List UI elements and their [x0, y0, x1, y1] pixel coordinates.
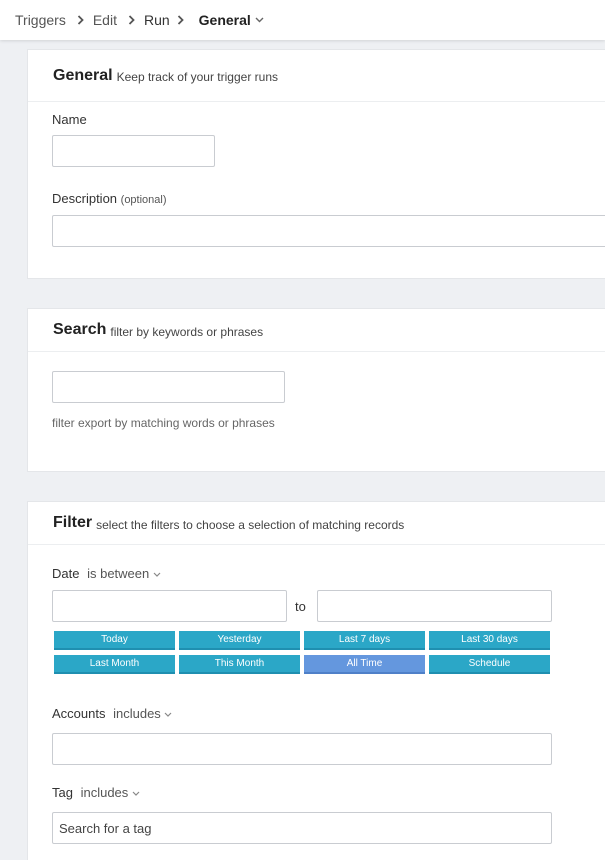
name-label: Name — [52, 112, 87, 127]
accounts-label: Accounts includes — [52, 706, 172, 721]
chevron-right-icon — [128, 15, 135, 25]
description-label-text: Description — [52, 191, 118, 206]
search-subtitle: filter by keywords or phrases — [110, 324, 264, 339]
range-last-month-button[interactable]: Last Month — [54, 655, 175, 674]
breadcrumb-edit[interactable]: Edit — [93, 12, 117, 28]
filter-panel: Filter select the filters to choose a se… — [27, 501, 605, 860]
search-input[interactable] — [52, 371, 285, 403]
accounts-label-text: Accounts — [52, 706, 106, 721]
optional-tag: (optional) — [120, 194, 167, 206]
tag-operator[interactable]: includes — [81, 785, 140, 800]
chevron-right-icon — [177, 15, 184, 25]
search-title: Search — [53, 321, 107, 338]
accounts-operator-text: includes — [113, 706, 161, 721]
range-today-button[interactable]: Today — [54, 631, 175, 650]
chevron-right-icon — [77, 15, 84, 25]
description-label: Description (optional) — [52, 191, 167, 206]
range-this-month-button[interactable]: This Month — [179, 655, 300, 674]
search-help: filter export by matching words or phras… — [52, 416, 275, 430]
filter-header: Filter select the filters to choose a se… — [28, 502, 605, 545]
tag-operator-text: includes — [80, 785, 129, 800]
breadcrumb-triggers[interactable]: Triggers — [15, 12, 66, 28]
filter-subtitle: select the filters to choose a selection… — [96, 517, 405, 532]
tag-label-text: Tag — [52, 785, 73, 800]
filter-title: Filter — [53, 514, 93, 531]
date-operator-text: is between — [87, 566, 150, 581]
general-title: General — [53, 66, 113, 84]
search-header: Search filter by keywords or phrases — [28, 309, 605, 352]
range-all-time-button[interactable]: All Time — [304, 655, 425, 674]
chevron-down-icon — [132, 791, 140, 796]
date-label: Date is between — [52, 566, 161, 581]
accounts-input[interactable] — [52, 733, 552, 765]
accounts-operator[interactable]: includes — [113, 706, 172, 721]
to-label: to — [295, 599, 306, 614]
tag-search-input[interactable]: Search for a tag — [52, 812, 552, 844]
range-schedule-button[interactable]: Schedule — [429, 655, 550, 674]
chevron-down-icon — [153, 572, 161, 577]
range-last30-button[interactable]: Last 30 days — [429, 631, 550, 650]
breadcrumb-general[interactable]: General — [199, 12, 251, 28]
date-operator[interactable]: is between — [87, 566, 161, 581]
tag-label: Tag includes — [52, 785, 140, 800]
date-to-input[interactable] — [317, 590, 552, 622]
breadcrumb-run[interactable]: Run — [144, 12, 170, 28]
description-input[interactable] — [52, 215, 605, 247]
breadcrumb: Triggers Edit Run General — [0, 0, 605, 40]
range-last7-button[interactable]: Last 7 days — [304, 631, 425, 650]
chevron-down-icon — [165, 712, 172, 717]
chevron-down-icon[interactable] — [255, 17, 264, 23]
general-header: General Keep track of your trigger runs — [28, 50, 605, 102]
range-yesterday-button[interactable]: Yesterday — [179, 631, 300, 650]
name-input[interactable] — [52, 135, 215, 167]
date-label-text: Date — [52, 566, 80, 581]
date-from-input[interactable] — [52, 590, 287, 622]
general-subtitle: Keep track of your trigger runs — [116, 70, 279, 84]
